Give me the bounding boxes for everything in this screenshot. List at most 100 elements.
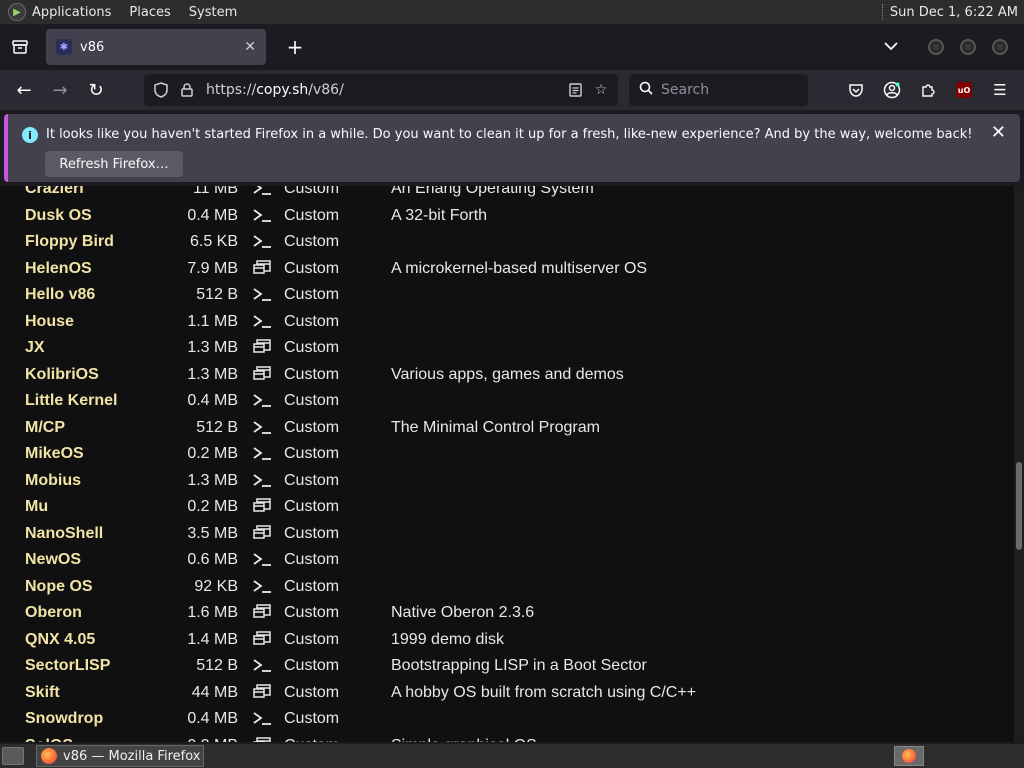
reload-icon[interactable]: ↻	[78, 74, 114, 106]
os-size: 1.4 MB	[187, 630, 238, 648]
bookmark-star-icon[interactable]: ☆	[588, 82, 614, 98]
os-name-link[interactable]: NanoShell	[25, 525, 103, 543]
os-name-link[interactable]: Floppy Bird	[25, 233, 114, 251]
os-description: The Minimal Control Program	[391, 418, 600, 436]
taskbar-firefox-window[interactable]: v86 — Mozilla Firefox	[36, 745, 204, 767]
os-name-link[interactable]: Nope OS	[25, 578, 93, 596]
os-name-link[interactable]: SolOS	[25, 737, 73, 743]
info-icon: i	[22, 127, 38, 143]
ublock-origin-icon[interactable]: uO	[946, 74, 982, 106]
padlock-icon[interactable]	[174, 83, 200, 97]
os-type: Custom	[284, 286, 340, 303]
scrollbar-thumb[interactable]	[1016, 462, 1022, 550]
hamburger-menu-icon[interactable]: ☰	[982, 74, 1018, 106]
pocket-icon[interactable]	[838, 74, 874, 106]
os-size: 1.3 MB	[187, 365, 238, 383]
os-name-link[interactable]: MikeOS	[25, 445, 84, 463]
page-scrollbar[interactable]	[1014, 186, 1024, 742]
terminal-prompt-icon	[252, 444, 272, 462]
os-name-link[interactable]: SectorLISP	[25, 657, 110, 675]
terminal-prompt-icon	[252, 285, 272, 303]
minimize-window-button[interactable]	[928, 39, 944, 55]
tab-v86[interactable]: ✱ v86 ✕	[46, 29, 266, 65]
os-description: A hobby OS built from scratch using C/C+…	[391, 683, 697, 701]
os-size: 1.6 MB	[187, 604, 238, 621]
os-name-link[interactable]: Snowdrop	[25, 710, 103, 728]
menu-system[interactable]: System	[189, 5, 237, 20]
os-size: 0.2 MB	[187, 445, 238, 462]
extensions-puzzle-icon[interactable]	[910, 74, 946, 106]
os-description: A microkernel-based multiserver OS	[391, 259, 648, 277]
os-row: JX 1.3 MB Custom	[0, 335, 1014, 362]
os-row: KolibriOS 1.3 MB Custom Various apps, games…	[0, 362, 1014, 389]
os-list: Crazierl 11 MB Custom An Erlang Operating S…	[0, 186, 1014, 742]
os-name-link[interactable]: QNX 4.05	[25, 631, 95, 649]
os-type: Custom	[284, 577, 340, 595]
os-name-link[interactable]: Crazierl	[25, 186, 84, 198]
os-row: Mu 0.2 MB Custom	[0, 494, 1014, 521]
address-bar[interactable]: https://copy.sh/v86/ ☆	[144, 74, 618, 106]
os-name-link[interactable]: Oberon	[25, 604, 82, 622]
os-type: Custom	[284, 710, 340, 727]
show-desktop-icon[interactable]	[2, 747, 24, 765]
os-name-link[interactable]: HelenOS	[25, 260, 92, 278]
refresh-firefox-button[interactable]: Refresh Firefox…	[45, 151, 183, 177]
close-window-button[interactable]	[992, 39, 1008, 55]
os-type: Custom	[284, 737, 339, 743]
os-size: 512 B	[196, 286, 238, 303]
os-type: Custom	[284, 604, 340, 621]
tracking-shield-icon[interactable]	[148, 82, 174, 98]
os-row: Little Kernel 0.4 MB Custom	[0, 388, 1014, 415]
os-row: M/CP 512 B Custom The Minimal Control Progr…	[0, 415, 1014, 442]
os-name-link[interactable]: NewOS	[25, 551, 81, 569]
clock[interactable]: Sun Dec 1, 6:22 AM	[890, 5, 1018, 20]
os-type: Custom	[284, 312, 340, 330]
list-all-tabs-chevron-icon[interactable]	[884, 39, 898, 55]
os-row: MikeOS 0.2 MB Custom	[0, 441, 1014, 468]
new-tab-plus-icon[interactable]: +	[280, 32, 310, 62]
reader-view-icon[interactable]	[562, 82, 588, 98]
os-name-link[interactable]: Little Kernel	[25, 392, 117, 410]
account-icon[interactable]	[874, 74, 910, 106]
os-size: 512 B	[196, 657, 238, 674]
terminal-prompt-icon	[252, 550, 272, 568]
firefox-workspace-icon	[902, 749, 916, 763]
notification-message: It looks like you haven't started Firefo…	[46, 127, 973, 142]
os-name-link[interactable]: House	[25, 313, 74, 331]
os-name-link[interactable]: Dusk OS	[25, 207, 92, 225]
page-content: Crazierl 11 MB Custom An Erlang Operating S…	[0, 186, 1014, 742]
distro-logo-icon[interactable]: ▶	[8, 3, 26, 21]
notification-close-icon[interactable]: ✕	[991, 122, 1006, 143]
forward-arrow-icon[interactable]: →	[42, 74, 78, 106]
os-row: Hello v86 512 B Custom	[0, 282, 1014, 309]
os-name-link[interactable]: Mu	[25, 498, 48, 516]
os-row: Oberon 1.6 MB Custom Native Oberon 2.3.6	[0, 600, 1014, 627]
search-icon	[639, 81, 653, 99]
os-name-link[interactable]: M/CP	[25, 419, 65, 437]
os-row: Nope OS 92 KB Custom	[0, 574, 1014, 601]
menu-applications[interactable]: Applications	[32, 5, 111, 20]
menu-places[interactable]: Places	[129, 5, 170, 20]
workspace-switcher[interactable]	[894, 746, 924, 766]
terminal-prompt-icon	[252, 312, 272, 330]
os-name-link[interactable]: Mobius	[25, 472, 81, 490]
url-text[interactable]: https://copy.sh/v86/	[206, 82, 344, 98]
terminal-prompt-icon	[252, 391, 272, 409]
os-type: Custom	[284, 445, 340, 462]
nav-bar: ← → ↻ https://copy.sh/v86/ ☆ Search uO ☰	[0, 70, 1024, 110]
maximize-window-button[interactable]	[960, 39, 976, 55]
os-name-link[interactable]: Hello v86	[25, 286, 95, 304]
refresh-firefox-notification: i It looks like you haven't started Fire…	[4, 114, 1020, 182]
tab-close-icon[interactable]: ✕	[244, 39, 256, 55]
search-bar[interactable]: Search	[629, 74, 808, 106]
os-name-link[interactable]: JX	[25, 339, 45, 357]
graphical-windows-icon	[252, 524, 272, 542]
os-type: Custom	[284, 551, 340, 568]
os-name-link[interactable]: Skift	[25, 684, 60, 702]
back-arrow-icon[interactable]: ←	[6, 74, 42, 106]
tab-bar: ✱ v86 ✕ +	[0, 24, 1024, 70]
os-name-link[interactable]: KolibriOS	[25, 366, 99, 384]
os-size: 92 KB	[194, 577, 238, 595]
firefox-view-icon[interactable]	[0, 24, 40, 70]
os-description: An Erlang Operating System	[391, 186, 594, 197]
